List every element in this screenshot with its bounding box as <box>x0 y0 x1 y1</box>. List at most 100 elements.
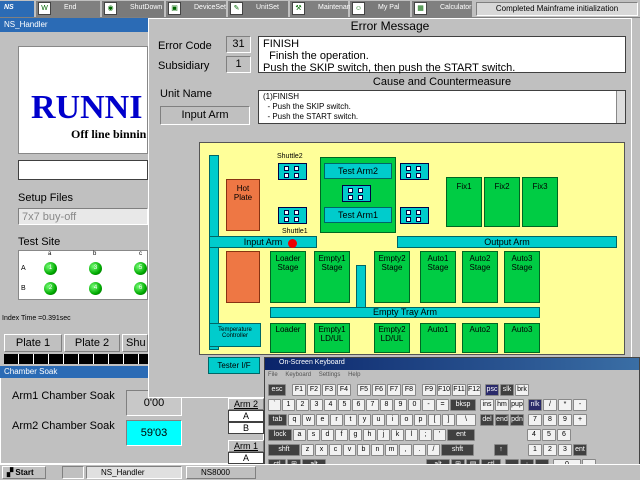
osk-key[interactable]: F6 <box>372 384 386 396</box>
osk-key[interactable]: F12 <box>467 384 481 396</box>
osk-key[interactable]: w <box>302 414 315 426</box>
osk-key[interactable]: brk <box>515 384 529 396</box>
osk-key[interactable]: F4 <box>337 384 351 396</box>
osk-key[interactable]: end <box>495 414 509 426</box>
osk-key[interactable]: 6 <box>352 399 365 411</box>
calculator-button[interactable]: ▦ Calculator <box>412 1 472 17</box>
osk-key[interactable]: psc <box>485 384 499 396</box>
osk-key[interactable]: m <box>385 444 398 456</box>
osk-key[interactable]: u <box>372 414 385 426</box>
osk-key[interactable]: p <box>414 414 427 426</box>
osk-key[interactable]: t <box>344 414 357 426</box>
osk-key[interactable]: d <box>321 429 334 441</box>
plate-2-tab[interactable]: Plate 2 <box>64 334 120 352</box>
osk-key[interactable]: shft <box>268 444 300 456</box>
start-button[interactable]: ▞ Start <box>2 466 46 479</box>
task-ns8000[interactable]: NS8000 <box>186 466 256 479</box>
osk-key[interactable]: 4 <box>527 429 541 441</box>
osk-key[interactable]: h <box>363 429 376 441</box>
osk-key[interactable]: 1 <box>528 444 542 456</box>
osk-key[interactable]: ] <box>442 414 455 426</box>
shuttle-tab[interactable]: Shu <box>122 334 148 352</box>
unitset-button[interactable]: ✎ UnitSet <box>228 1 288 17</box>
osk-key[interactable]: - <box>422 399 435 411</box>
osk-key[interactable]: pup <box>510 399 524 411</box>
osk-key[interactable]: 4 <box>324 399 337 411</box>
osk-key[interactable]: 2 <box>296 399 309 411</box>
osk-key[interactable]: c <box>329 444 342 456</box>
osk-key[interactable]: ` <box>268 399 281 411</box>
mypal-button[interactable]: ☺ My Pal <box>350 1 410 17</box>
deviceset-button[interactable]: ▣ DeviceSet <box>166 1 226 17</box>
task-ns-handler[interactable]: NS_Handler <box>86 466 182 479</box>
osk-key[interactable]: / <box>543 399 557 411</box>
osk-key[interactable]: F10 <box>437 384 451 396</box>
osk-key[interactable]: v <box>343 444 356 456</box>
osk-key[interactable]: ent <box>573 444 587 456</box>
osk-key[interactable]: ↑ <box>494 444 508 456</box>
osk-key[interactable]: 3 <box>558 444 572 456</box>
osk-key[interactable]: o <box>400 414 413 426</box>
osk-key[interactable]: tab <box>268 414 287 426</box>
osk-key[interactable]: i <box>386 414 399 426</box>
osk-key[interactable]: 3 <box>310 399 323 411</box>
arm1-tab[interactable]: Arm 1 <box>228 440 264 452</box>
osk-key[interactable]: esc <box>268 384 286 396</box>
osk-key[interactable]: q <box>288 414 301 426</box>
osk-key[interactable]: del <box>480 414 494 426</box>
osk-key[interactable]: l <box>405 429 418 441</box>
arm2-tab[interactable]: Arm 2 <box>228 398 264 410</box>
osk-key[interactable]: - <box>573 399 587 411</box>
osk-key[interactable]: pdn <box>510 414 524 426</box>
osk-key[interactable]: F9 <box>422 384 436 396</box>
osk-key[interactable]: F8 <box>402 384 416 396</box>
osk-key[interactable]: j <box>377 429 390 441</box>
end-button[interactable]: W End <box>36 1 100 17</box>
osk-key[interactable]: y <box>358 414 371 426</box>
osk-key[interactable]: + <box>573 414 587 426</box>
osk-key[interactable]: 5 <box>542 429 556 441</box>
osk-key[interactable]: / <box>427 444 440 456</box>
osk-key[interactable]: s <box>307 429 320 441</box>
osk-key[interactable]: hm <box>495 399 509 411</box>
osk-key[interactable]: 7 <box>528 414 542 426</box>
osk-key[interactable]: z <box>301 444 314 456</box>
osk-key[interactable]: ent <box>447 429 475 441</box>
osk-key[interactable]: r <box>330 414 343 426</box>
osk-key[interactable]: slk <box>500 384 514 396</box>
osk-key[interactable]: shft <box>441 444 474 456</box>
maintenance-button[interactable]: ⚒ Maintenance <box>290 1 358 17</box>
osk-key[interactable]: = <box>436 399 449 411</box>
osk-key[interactable]: f <box>335 429 348 441</box>
osk-key[interactable]: n <box>371 444 384 456</box>
osk-key[interactable]: , <box>399 444 412 456</box>
osk-key[interactable]: F2 <box>307 384 321 396</box>
osk-key[interactable]: 5 <box>338 399 351 411</box>
osk-key[interactable]: 1 <box>282 399 295 411</box>
osk-key[interactable]: F5 <box>357 384 371 396</box>
osk-key[interactable]: 0 <box>408 399 421 411</box>
osk-key[interactable]: 6 <box>557 429 571 441</box>
osk-key[interactable]: F3 <box>322 384 336 396</box>
osk-key[interactable]: b <box>357 444 370 456</box>
osk-key[interactable]: a <box>293 429 306 441</box>
osk-key[interactable]: F1 <box>292 384 306 396</box>
setup-file-field[interactable]: 7x7 buy-off <box>18 208 148 225</box>
plate-1-tab[interactable]: Plate 1 <box>4 334 62 352</box>
osk-key[interactable]: [ <box>428 414 441 426</box>
cause-scrollbar[interactable] <box>616 91 625 123</box>
osk-key[interactable]: 7 <box>366 399 379 411</box>
osk-key[interactable]: 9 <box>394 399 407 411</box>
osk-key[interactable]: ; <box>419 429 432 441</box>
osk-key[interactable]: k <box>391 429 404 441</box>
osk-key[interactable]: ' <box>433 429 446 441</box>
osk-key[interactable]: x <box>315 444 328 456</box>
osk-key[interactable]: * <box>558 399 572 411</box>
osk-key[interactable]: g <box>349 429 362 441</box>
osk-key[interactable]: nlk <box>528 399 542 411</box>
osk-key[interactable]: 8 <box>543 414 557 426</box>
osk-key[interactable]: lock <box>268 429 292 441</box>
osk-key[interactable]: 9 <box>558 414 572 426</box>
osk-key[interactable]: ins <box>480 399 494 411</box>
osk-key[interactable]: F11 <box>452 384 466 396</box>
